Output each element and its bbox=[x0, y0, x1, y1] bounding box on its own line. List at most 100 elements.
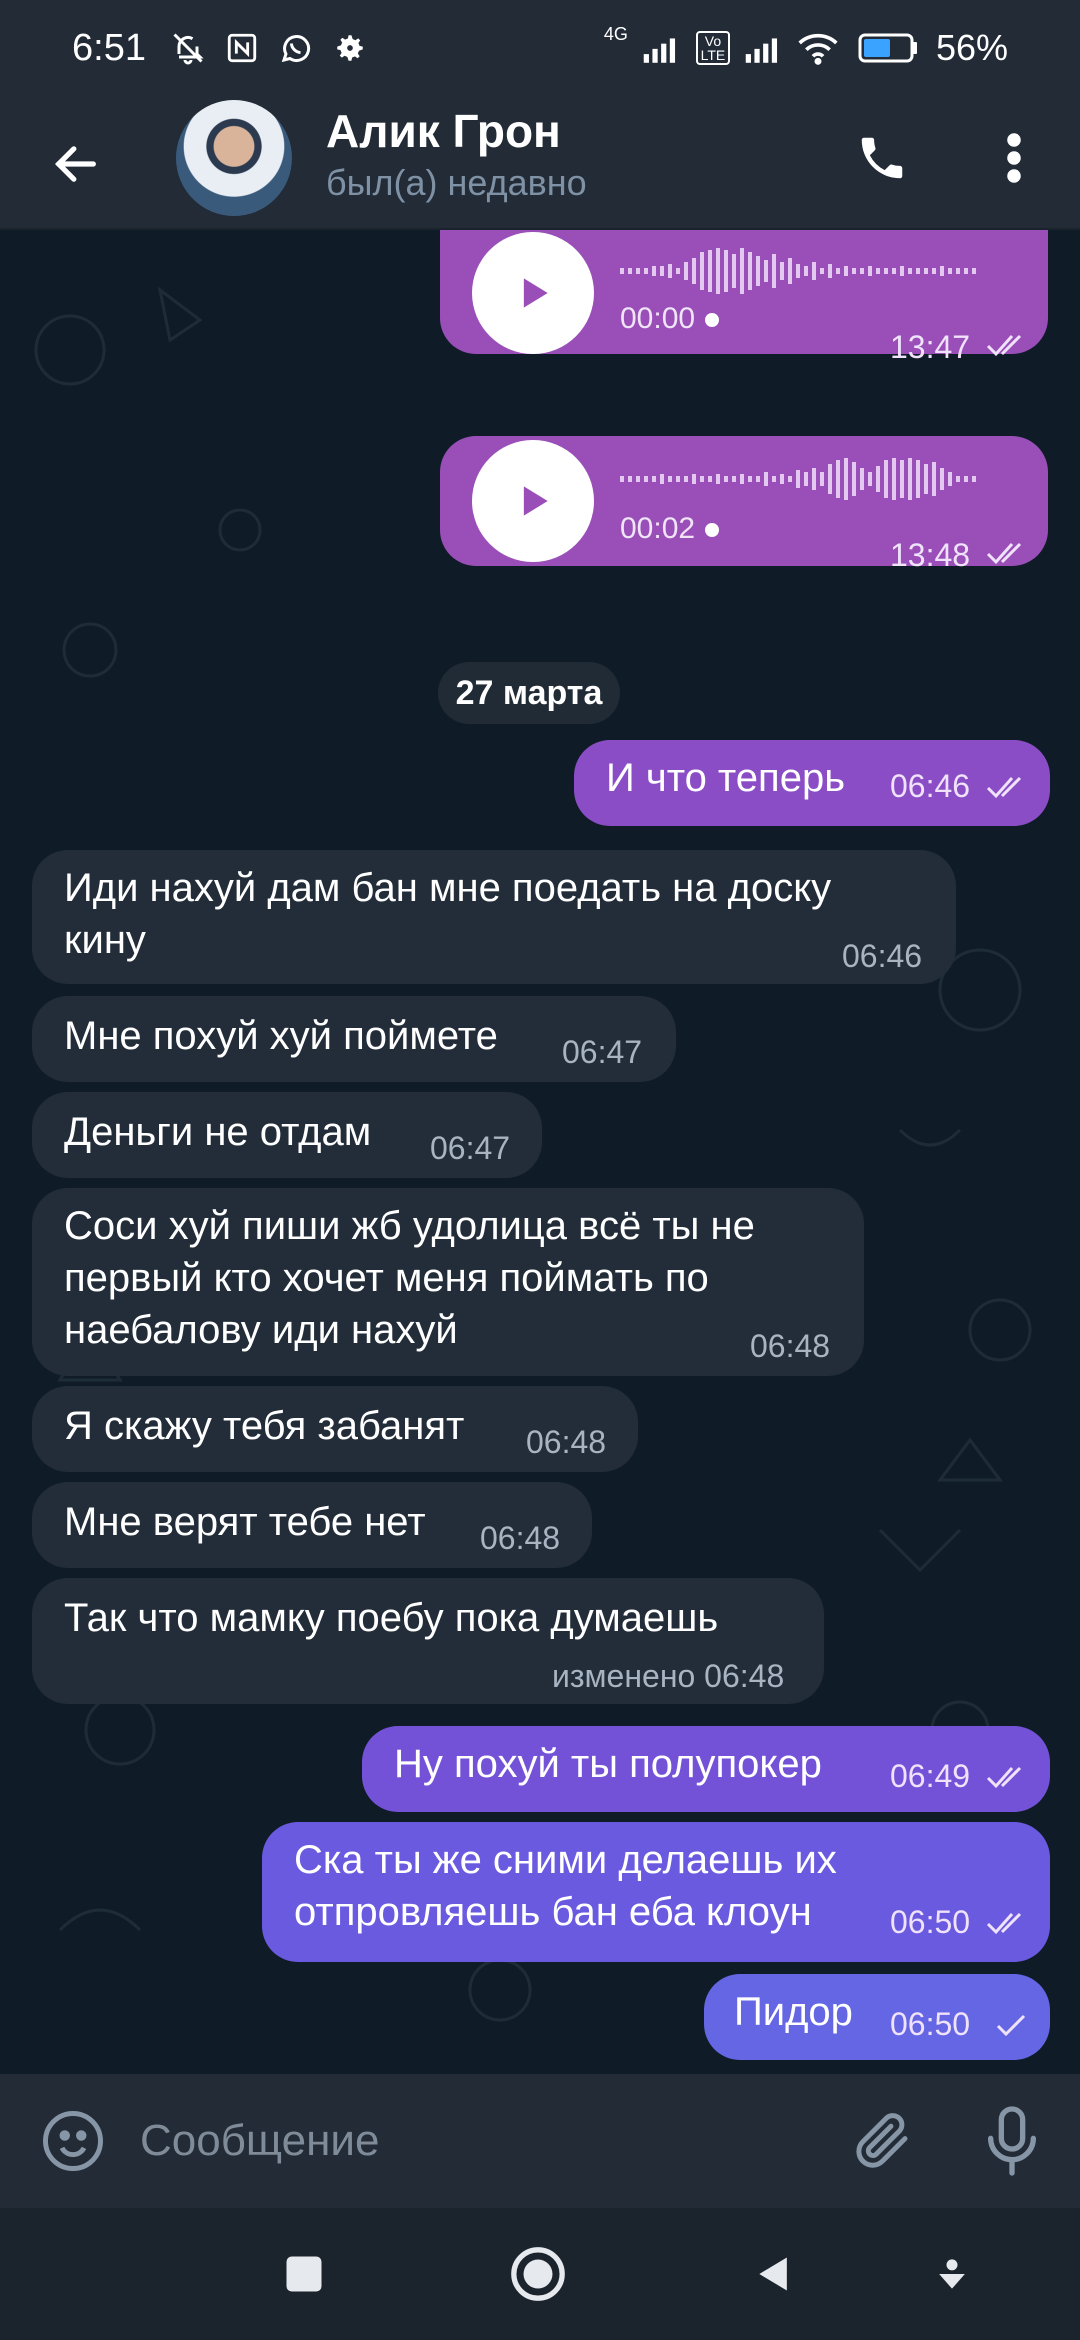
voice-record-button[interactable] bbox=[980, 2102, 1044, 2180]
message-line: отпровляешь бан еба клоун bbox=[294, 1890, 812, 1934]
message-time: 06:47 bbox=[430, 1130, 511, 1166]
incoming-message[interactable]: Иди нахуй дам бан мне поедать на доску к… bbox=[32, 850, 956, 984]
message-text: Мне верят тебе нет bbox=[64, 1500, 426, 1544]
network-label: 4G bbox=[603, 23, 628, 44]
back-triangle-icon bbox=[759, 2257, 787, 2291]
signal-icon-2 bbox=[744, 28, 784, 68]
message-time: 13:47 bbox=[890, 329, 971, 365]
system-nav-bar bbox=[0, 2208, 1080, 2340]
status-bar: 6:51 4G Vo LTE 56% bbox=[0, 0, 1080, 96]
incoming-message[interactable]: Деньги не отдам 06:47 bbox=[32, 1092, 542, 1178]
voice-message[interactable]: 00:00 13:47 bbox=[440, 230, 1048, 365]
message-composer bbox=[0, 2074, 1080, 2208]
double-check-icon bbox=[986, 334, 1022, 357]
message-time: 06:48 bbox=[480, 1520, 561, 1556]
back-button[interactable] bbox=[40, 128, 112, 200]
message-text: Я скажу тебя забанят bbox=[64, 1404, 465, 1448]
outgoing-message[interactable]: Пидор 06:50 bbox=[704, 1974, 1050, 2060]
contact-name[interactable]: Алик Грон bbox=[326, 104, 561, 158]
message-text: Мне похуй хуй поймете bbox=[64, 1014, 498, 1058]
recents-button[interactable] bbox=[274, 2244, 334, 2304]
more-vertical-icon bbox=[1007, 133, 1021, 183]
unplayed-dot bbox=[705, 523, 720, 538]
avatar[interactable] bbox=[176, 100, 292, 216]
chat-area[interactable]: 00:00 13:47 00:02 13:48 27 марта И что т… bbox=[0, 230, 1080, 2074]
nfc-icon bbox=[222, 28, 262, 68]
gear-icon bbox=[330, 28, 370, 68]
voice-duration-text: 00:02 bbox=[620, 512, 696, 545]
whatsapp-icon bbox=[276, 28, 316, 68]
message-text: Иди нахуй дам бан мне поедать на доску к… bbox=[64, 862, 831, 966]
more-menu-button[interactable] bbox=[978, 122, 1050, 194]
phone-icon bbox=[861, 137, 903, 179]
emoji-icon bbox=[43, 2111, 103, 2171]
volte-label: Vo LTE bbox=[695, 31, 730, 65]
hide-keyboard-button[interactable] bbox=[922, 2244, 982, 2304]
voice-message[interactable]: 00:02 13:48 bbox=[440, 436, 1048, 573]
status-left: 6:51 bbox=[72, 27, 370, 70]
outgoing-message[interactable]: Ну похуй ты полупокер 06:49 bbox=[362, 1726, 1050, 1812]
message-text: Ска ты же сними делаешь их отпровляешь б… bbox=[294, 1834, 837, 1938]
message-time: 06:47 bbox=[562, 1034, 643, 1070]
message-time: 06:46 bbox=[842, 938, 923, 974]
incoming-message[interactable]: Мне похуй хуй поймете 06:47 bbox=[32, 996, 676, 1082]
message-input[interactable] bbox=[140, 2098, 820, 2184]
back-arrow-icon bbox=[54, 146, 96, 182]
voice-waveform bbox=[620, 248, 976, 294]
message-text: Пидор bbox=[734, 1990, 853, 2034]
message-line: Соси хуй пиши жб удолица всё ты не bbox=[64, 1204, 755, 1248]
message-line: наебалову иди нахуй bbox=[64, 1308, 458, 1352]
recents-square-icon bbox=[286, 2256, 322, 2292]
unplayed-dot bbox=[705, 313, 720, 328]
status-time: 6:51 bbox=[72, 26, 146, 69]
message-time: 06:50 bbox=[890, 1904, 971, 1940]
hide-keyboard-icon bbox=[939, 2259, 965, 2289]
message-text: Так что мамку поебу пока думаешь bbox=[64, 1596, 719, 1640]
chat-header: Алик Грон был(а) недавно bbox=[0, 96, 1080, 230]
message-time: 13:48 bbox=[890, 537, 971, 573]
date-separator: 27 марта bbox=[438, 662, 620, 724]
incoming-message[interactable]: Так что мамку поебу пока думаешь изменен… bbox=[32, 1578, 824, 1704]
single-check-icon bbox=[996, 2014, 1026, 2037]
status-right: 4G Vo LTE 56% bbox=[603, 23, 1008, 69]
emoji-button[interactable] bbox=[40, 2108, 106, 2174]
outgoing-message[interactable]: И что теперь 06:46 bbox=[574, 740, 1050, 826]
voice-duration: 00:02 bbox=[620, 512, 720, 546]
play-button[interactable] bbox=[472, 440, 594, 562]
message-text: Деньги не отдам bbox=[64, 1110, 372, 1154]
play-icon bbox=[523, 278, 548, 308]
message-time: 06:50 bbox=[890, 2006, 971, 2042]
home-button[interactable] bbox=[508, 2244, 568, 2304]
message-line: кину bbox=[64, 918, 146, 962]
message-time: 06:48 bbox=[526, 1424, 607, 1460]
message-time: 06:46 bbox=[890, 768, 971, 804]
message-time: изменено 06:48 bbox=[552, 1658, 785, 1694]
incoming-message[interactable]: Мне верят тебе нет 06:48 bbox=[32, 1482, 592, 1568]
incoming-message[interactable]: Соси хуй пиши жб удолица всё ты не первы… bbox=[32, 1188, 864, 1376]
signal-icon bbox=[642, 28, 682, 68]
incoming-message[interactable]: Я скажу тебя забанят 06:48 bbox=[32, 1386, 638, 1472]
message-time: 06:48 bbox=[750, 1328, 831, 1364]
message-text: Ну похуй ты полупокер bbox=[394, 1742, 822, 1786]
double-check-icon bbox=[986, 1766, 1022, 1789]
double-check-icon bbox=[986, 776, 1022, 799]
call-button[interactable] bbox=[846, 122, 918, 194]
play-button[interactable] bbox=[472, 232, 594, 354]
attach-button[interactable] bbox=[850, 2104, 916, 2176]
double-check-icon bbox=[986, 1912, 1022, 1935]
double-check-icon bbox=[986, 542, 1022, 565]
outgoing-message[interactable]: Ска ты же сними делаешь их отпровляешь б… bbox=[262, 1822, 1050, 1962]
back-nav-button[interactable] bbox=[744, 2244, 804, 2304]
voice-duration: 00:00 bbox=[620, 302, 720, 336]
contact-status: был(а) недавно bbox=[326, 162, 587, 203]
paperclip-icon bbox=[856, 2113, 908, 2168]
message-time: 06:49 bbox=[890, 1758, 971, 1794]
message-line: Ска ты же сними делаешь их bbox=[294, 1838, 837, 1882]
home-circle-icon bbox=[511, 2247, 565, 2301]
microphone-icon bbox=[988, 2106, 1036, 2176]
message-text: И что теперь bbox=[606, 756, 846, 800]
bell-off-icon bbox=[168, 28, 208, 68]
battery-percent: 56% bbox=[935, 27, 1008, 68]
voice-duration-text: 00:00 bbox=[620, 302, 696, 335]
message-line: Иди нахуй дам бан мне поедать на доску bbox=[64, 866, 832, 910]
